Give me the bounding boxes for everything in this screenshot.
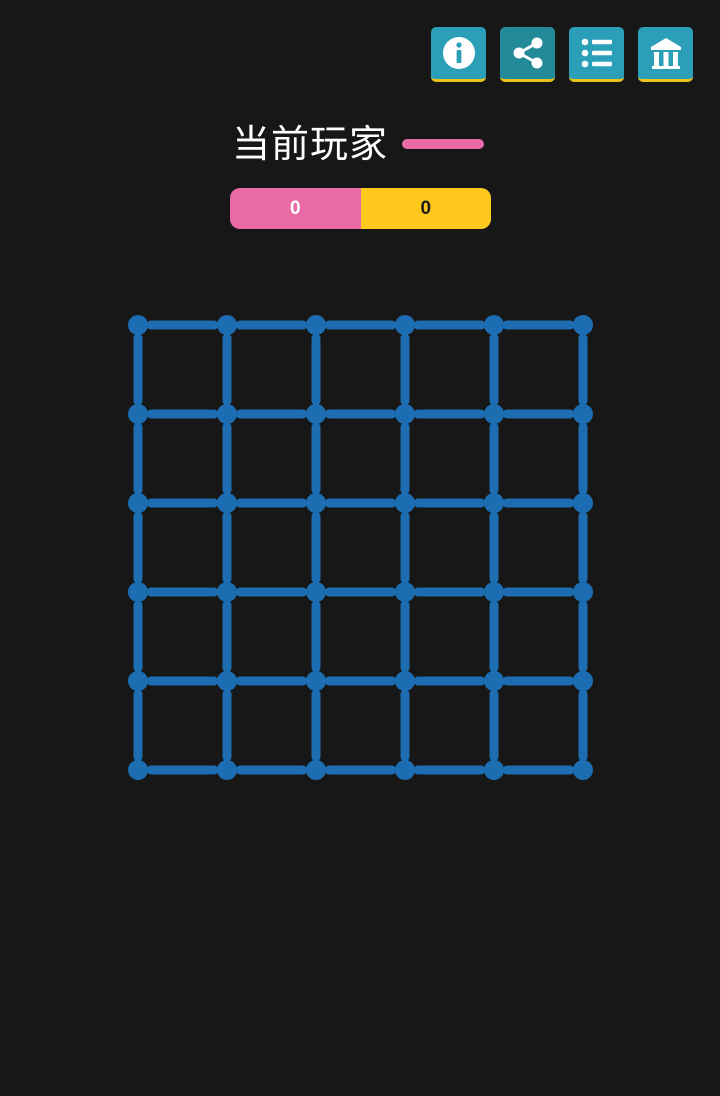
dot-1-4 — [484, 404, 504, 424]
dot-3-1 — [217, 582, 237, 602]
dot-5-1 — [217, 760, 237, 780]
dot-3-2 — [306, 582, 326, 602]
dot-5-4 — [484, 760, 504, 780]
dot-1-2 — [306, 404, 326, 424]
dot-2-5 — [573, 493, 593, 513]
dot-0-5 — [573, 315, 593, 335]
dot-4-1 — [217, 671, 237, 691]
dot-1-5 — [573, 404, 593, 424]
dot-2-3 — [395, 493, 415, 513]
dot-2-4 — [484, 493, 504, 513]
dot-5-0 — [128, 760, 148, 780]
dot-0-4 — [484, 315, 504, 335]
dot-2-1 — [217, 493, 237, 513]
dot-0-0 — [128, 315, 148, 335]
dot-0-2 — [306, 315, 326, 335]
dot-0-3 — [395, 315, 415, 335]
dot-4-3 — [395, 671, 415, 691]
dot-3-3 — [395, 582, 415, 602]
dot-0-1 — [217, 315, 237, 335]
dot-2-2 — [306, 493, 326, 513]
dot-4-4 — [484, 671, 504, 691]
dot-4-2 — [306, 671, 326, 691]
dot-5-5 — [573, 760, 593, 780]
dot-3-4 — [484, 582, 504, 602]
dot-1-3 — [395, 404, 415, 424]
dot-1-0 — [128, 404, 148, 424]
dot-5-2 — [306, 760, 326, 780]
dot-2-0 — [128, 493, 148, 513]
dot-4-5 — [573, 671, 593, 691]
dot-3-5 — [573, 582, 593, 602]
dot-5-3 — [395, 760, 415, 780]
game-board — [128, 315, 593, 780]
dot-1-1 — [217, 404, 237, 424]
dot-3-0 — [128, 582, 148, 602]
dot-4-0 — [128, 671, 148, 691]
